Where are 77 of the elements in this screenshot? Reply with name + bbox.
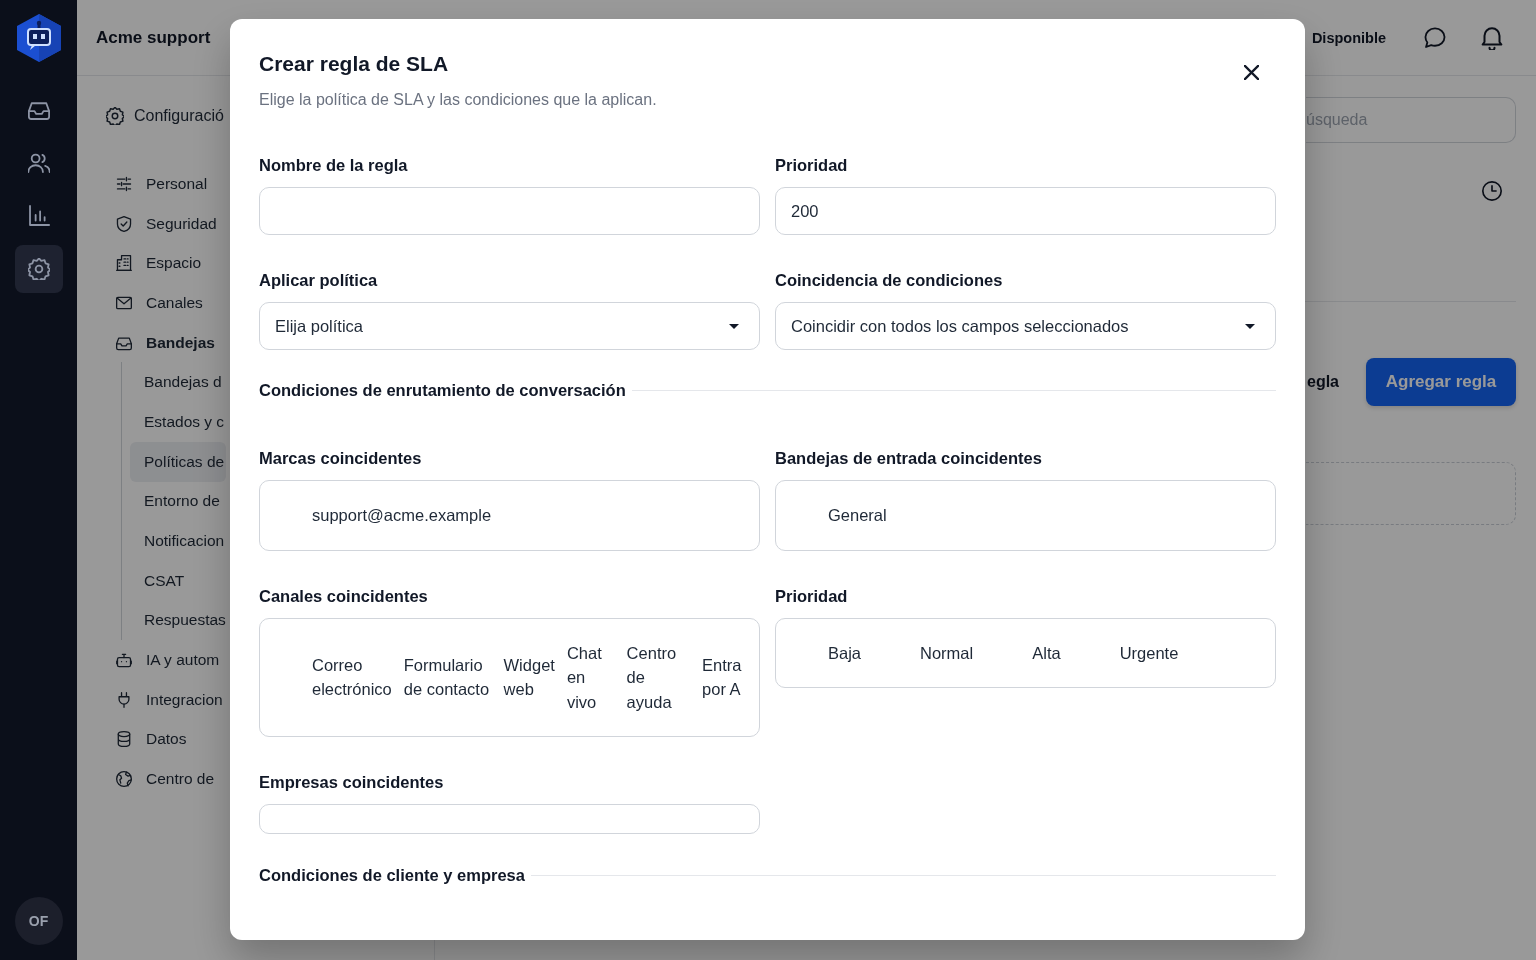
select-field[interactable]: Elija política [259, 302, 760, 350]
field-label: Coincidencia de condiciones [775, 270, 1003, 291]
settings-nav-item[interactable]: Canales [116, 283, 205, 323]
option-label[interactable]: Baja [828, 632, 862, 673]
building-icon [116, 255, 132, 272]
rail-nav-button[interactable] [14, 245, 63, 293]
availability-status[interactable]: Disponible [1311, 29, 1386, 46]
settings-nav-item[interactable]: Seguridad [116, 203, 219, 244]
text-input-field[interactable] [259, 187, 760, 235]
field-label: Bandejas de entrada coincidentes [775, 448, 1042, 469]
settings-nav-item[interactable]: Datos [116, 719, 189, 760]
page-heading: egla [1307, 373, 1339, 391]
caret-icon [1245, 323, 1255, 329]
workspace-name: Acme support [96, 27, 211, 48]
option-label[interactable]: Centro de ayuda [626, 632, 691, 722]
field-label: Empresas coincidentes [259, 772, 444, 793]
dialog-subtitle: Elige la política de SLA y las condiciones que la aplican. [259, 90, 657, 110]
hexagon-robot-logo [16, 14, 61, 62]
bar-chart-icon [27, 205, 50, 227]
field-label: Prioridad [775, 585, 848, 607]
input-field[interactable] [259, 804, 760, 834]
dialog-title: Crear regla de SLA [259, 51, 449, 77]
inbox-tray-icon [27, 99, 50, 121]
settings-nav-item[interactable]: Entorno de [130, 481, 222, 522]
settings-nav-item[interactable]: CSAT [130, 560, 187, 601]
section-heading: Condiciones de cliente y empresa [259, 865, 525, 886]
settings-icon [106, 107, 124, 125]
caret-icon [729, 323, 739, 329]
bell-icon[interactable] [1481, 25, 1503, 50]
settings-nav-item[interactable]: Estados y c [130, 402, 227, 442]
settings-nav-item[interactable]: Centro de [116, 759, 217, 799]
users-icon [27, 152, 50, 174]
section-heading: Condiciones de enrutamiento de conversación [259, 380, 626, 401]
field-label: Prioridad [775, 155, 848, 176]
inbox-tray-icon [116, 334, 132, 351]
option-label[interactable]: Normal [920, 632, 974, 673]
shield-check-icon [116, 215, 132, 232]
options-field[interactable]: Baja Normal Alta Urgente [775, 617, 1276, 688]
option-label[interactable]: Formulario de contacto [403, 644, 492, 710]
option-label[interactable]: Chat en vivo [566, 632, 615, 722]
settings-nav-item[interactable]: Bandejas [116, 322, 217, 363]
field-label: Aplicar política [259, 270, 378, 291]
field-label: Canales coincidentes [259, 585, 428, 607]
select-field[interactable]: Coincidir con todos los campos seleccionados [775, 302, 1276, 350]
add-rule-button[interactable]: Agregar regla [1366, 358, 1516, 406]
settings-nav-item[interactable]: Bandejas d [130, 362, 224, 403]
options-field[interactable]: support@acme.example [259, 480, 760, 551]
envelope-icon [116, 294, 132, 311]
sliders-icon [116, 175, 132, 192]
field-label: Nombre de la regla [259, 155, 408, 176]
user-avatar[interactable]: OF [14, 897, 63, 945]
settings-nav-item[interactable]: Respuestas [130, 600, 228, 641]
option-label[interactable]: Widget web [503, 644, 555, 710]
globe-icon [116, 771, 132, 788]
option-label[interactable]: General [828, 495, 887, 536]
settings-nav-item[interactable]: Personal [116, 164, 210, 204]
option-label[interactable]: Entra por A [702, 644, 745, 710]
option-label[interactable]: Urgente [1119, 632, 1179, 673]
settings-nav-item[interactable]: Espacio [116, 243, 204, 284]
chat-bubble-icon[interactable] [1424, 26, 1446, 49]
settings-nav-item[interactable]: IA y autom [116, 640, 222, 680]
close-icon[interactable] [1244, 65, 1259, 80]
settings-icon [27, 258, 50, 280]
option-label[interactable]: support@acme.example [312, 495, 492, 536]
database-icon [116, 731, 132, 748]
robot-icon [116, 652, 132, 669]
settings-nav-item[interactable]: Notificacion [130, 521, 227, 561]
options-field[interactable]: General [775, 480, 1276, 551]
option-label[interactable]: Alta [1032, 632, 1061, 673]
option-label[interactable]: Correo electrónico [312, 644, 392, 710]
settings-heading: Configuració [134, 107, 224, 125]
settings-nav-item[interactable]: Políticas de [130, 441, 227, 482]
field-label: Marcas coincidentes [259, 448, 422, 469]
plug-icon [116, 691, 132, 708]
clock-icon[interactable] [1482, 181, 1502, 201]
text-input-field[interactable]: 200 [775, 187, 1276, 235]
settings-nav-item[interactable]: Integracion [116, 679, 225, 720]
